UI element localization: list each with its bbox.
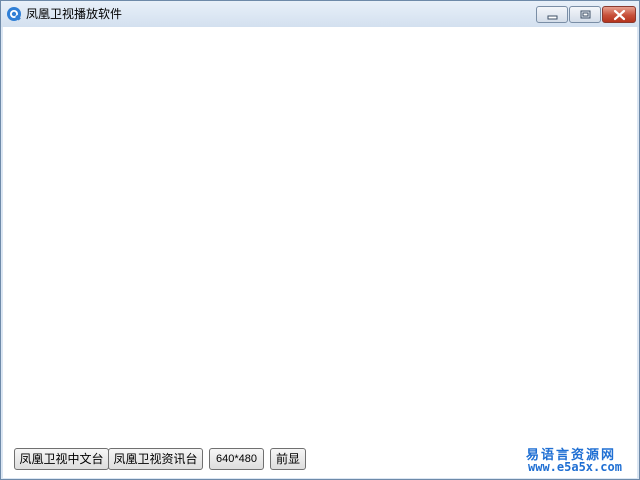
- maximize-icon: [580, 10, 591, 19]
- media-player-icon: [6, 6, 22, 22]
- close-icon: [613, 9, 626, 21]
- resolution-button[interactable]: 640*480: [209, 448, 264, 470]
- info-channel-button[interactable]: 凤凰卫视资讯台: [108, 448, 203, 470]
- title-bar[interactable]: 凤凰卫视播放软件: [1, 1, 639, 27]
- watermark-url: www.e5a5x.com: [528, 460, 622, 474]
- close-button[interactable]: [602, 6, 636, 23]
- minimize-icon: [547, 15, 558, 20]
- app-window: 凤凰卫视播放软件 凤凰卫视中文台 凤凰卫视资讯台 640*480 前显 易语言资…: [0, 0, 640, 480]
- window-title: 凤凰卫视播放软件: [26, 7, 123, 21]
- minimize-button[interactable]: [536, 6, 568, 23]
- always-on-top-button[interactable]: 前显: [270, 448, 306, 470]
- maximize-button[interactable]: [569, 6, 601, 23]
- client-area: 凤凰卫视中文台 凤凰卫视资讯台 640*480 前显 易语言资源网 www.e5…: [3, 27, 637, 478]
- video-player-area[interactable]: [3, 27, 637, 439]
- chinese-channel-button[interactable]: 凤凰卫视中文台: [14, 448, 109, 470]
